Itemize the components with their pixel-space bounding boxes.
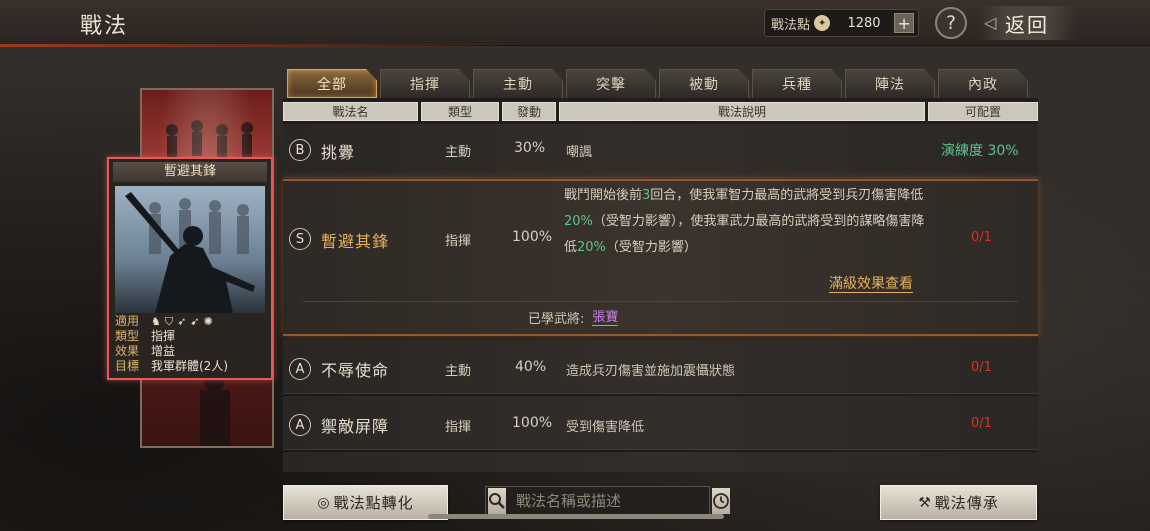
column-header-name[interactable]: 戰法名 bbox=[283, 102, 418, 121]
unit-type-icons: ♞ ⛉ ➶ ➹ ✺ bbox=[151, 314, 213, 329]
hammer-icon: ⚒ bbox=[918, 494, 932, 511]
tactic-proficiency: 演練度 30% bbox=[941, 143, 1019, 159]
grade-badge: A bbox=[289, 358, 311, 380]
learned-label: 已學武將: bbox=[528, 312, 585, 327]
convert-label: 戰法點轉化 bbox=[333, 494, 414, 512]
tactic-description: 嘲諷 bbox=[566, 145, 593, 160]
tactic-row-expanded[interactable]: S 暫避其鋒 指揮 100% 戰鬥開始後前3回合，使我軍智力最高的武將受到兵刃傷… bbox=[283, 179, 1038, 336]
column-header-available[interactable]: 可配置 bbox=[928, 102, 1038, 121]
bow-icon: ➶ bbox=[177, 315, 187, 328]
learned-generals: 已學武將: 張寶 bbox=[303, 301, 1018, 333]
back-button[interactable]: 返回 bbox=[978, 6, 1076, 40]
card-target-row: 目標 我軍群體(2人) bbox=[115, 359, 267, 374]
add-points-button[interactable]: + bbox=[894, 13, 915, 33]
tactics-table: 戰法名 類型 發動 戰法說明 可配置 B 挑釁 主動 30% 嘲諷 演練度 30… bbox=[283, 98, 1038, 472]
tab-internal-affairs[interactable]: 內政 bbox=[938, 69, 1028, 98]
home-indicator bbox=[428, 514, 724, 519]
search-button[interactable] bbox=[488, 488, 506, 514]
tab-active[interactable]: 主動 bbox=[473, 69, 563, 98]
tactic-points-value: 1280 bbox=[847, 15, 881, 31]
tactic-rate: 100% bbox=[512, 229, 553, 245]
grade-badge: A bbox=[289, 414, 311, 436]
tab-passive[interactable]: 被動 bbox=[659, 69, 749, 98]
card-type-row: 類型 指揮 bbox=[115, 329, 267, 344]
cavalry-icon: ♞ bbox=[151, 315, 161, 328]
tactic-slot-count: 0/1 bbox=[971, 360, 992, 375]
tactic-slot-count: 0/1 bbox=[971, 230, 992, 245]
tactic-name: 禦敵屏障 bbox=[321, 417, 390, 436]
card-art bbox=[115, 186, 265, 313]
warrior-illustration bbox=[115, 186, 265, 313]
top-bar: 戰法 戰法點 ✦ 1280 + ? 返回 bbox=[0, 0, 1150, 47]
shield-icon: ⛉ bbox=[164, 315, 174, 328]
target-value: 我軍群體(2人) bbox=[151, 359, 228, 373]
tactic-description: 造成兵刃傷害並施加震懾狀態 bbox=[566, 364, 736, 379]
tactic-type: 指揮 bbox=[445, 420, 472, 435]
desc-text: 戰鬥開始後前 bbox=[564, 188, 643, 203]
card-units-row: 適用 ♞ ⛉ ➶ ➹ ✺ bbox=[115, 314, 267, 329]
tactic-slot-count: 0/1 bbox=[971, 416, 992, 431]
desc-text: 回合，使我軍智力最高的武將受到兵刃傷害降低 bbox=[650, 188, 924, 203]
tab-command[interactable]: 指揮 bbox=[380, 69, 470, 98]
card-info: 適用 ♞ ⛉ ➶ ➹ ✺ 類型 指揮 效果 增益 目標 我軍群體(2人) bbox=[115, 314, 267, 374]
tactic-type: 指揮 bbox=[445, 234, 472, 249]
spear-icon: ➹ bbox=[190, 315, 200, 328]
table-header: 戰法名 類型 發動 戰法說明 可配置 bbox=[283, 102, 1038, 121]
compass-icon: ✦ bbox=[814, 15, 831, 31]
max-effect-link[interactable]: 滿級效果查看 bbox=[829, 276, 913, 293]
tactic-rate: 40% bbox=[515, 359, 547, 375]
tactic-rate: 100% bbox=[512, 415, 553, 431]
type-label: 類型 bbox=[115, 329, 140, 343]
desc-text: （受智力影響） bbox=[605, 240, 697, 255]
category-tabs: 全部 指揮 主動 突擊 被動 兵種 陣法 內政 bbox=[287, 69, 1031, 98]
tab-troop-type[interactable]: 兵種 bbox=[752, 69, 842, 98]
help-button[interactable]: ? bbox=[935, 7, 967, 39]
units-label: 適用 bbox=[115, 314, 140, 328]
desc-value: 20% bbox=[564, 214, 593, 229]
convert-icon: ◎ bbox=[317, 494, 331, 511]
column-header-rate[interactable]: 發動 bbox=[502, 102, 556, 121]
search-icon bbox=[489, 493, 505, 509]
clock-icon bbox=[713, 493, 729, 509]
tactic-type: 主動 bbox=[445, 145, 472, 160]
tab-all[interactable]: 全部 bbox=[287, 69, 377, 98]
inherit-label: 戰法傳承 bbox=[934, 494, 999, 512]
card-effect-row: 效果 增益 bbox=[115, 344, 267, 359]
convert-points-button[interactable]: ◎ 戰法點轉化 bbox=[283, 485, 448, 520]
tactic-name: 挑釁 bbox=[321, 143, 356, 162]
learned-general-link[interactable]: 張寶 bbox=[592, 310, 619, 326]
tab-assault[interactable]: 突擊 bbox=[566, 69, 656, 98]
page-title: 戰法 bbox=[80, 14, 129, 39]
column-header-description: 戰法說明 bbox=[559, 102, 925, 121]
target-label: 目標 bbox=[115, 359, 140, 373]
card-title: 暫避其鋒 bbox=[113, 162, 267, 182]
tab-formation[interactable]: 陣法 bbox=[845, 69, 935, 98]
tactic-row[interactable] bbox=[283, 452, 1038, 472]
effect-label: 效果 bbox=[115, 344, 140, 358]
tactic-points-label: 戰法點 bbox=[771, 17, 811, 33]
selected-tactic-card: 暫避其鋒 適用 ♞ ⛉ ➶ ➹ ✺ 類型 指揮 效果 增益 目標 我軍群體(2人… bbox=[107, 157, 273, 380]
tactic-description-full: 戰鬥開始後前3回合，使我軍智力最高的武將受到兵刃傷害降低20%（受智力影響），使… bbox=[564, 183, 934, 261]
tactic-points-display: 戰法點 ✦ 1280 + bbox=[764, 9, 919, 37]
inherit-tactic-button[interactable]: ⚒ 戰法傳承 bbox=[880, 485, 1037, 520]
grade-badge: S bbox=[289, 228, 311, 250]
tactic-row[interactable]: B 挑釁 主動 30% 嘲諷 演練度 30% bbox=[283, 124, 1038, 178]
history-button[interactable] bbox=[712, 488, 730, 514]
search-input[interactable] bbox=[508, 487, 710, 515]
tactic-name: 不辱使命 bbox=[321, 361, 390, 380]
tactic-rate: 30% bbox=[514, 140, 546, 156]
tactic-name: 暫避其鋒 bbox=[321, 232, 390, 251]
tactic-type: 主動 bbox=[445, 364, 472, 379]
search-bar bbox=[485, 486, 730, 516]
effect-value: 增益 bbox=[151, 344, 176, 358]
tactic-row[interactable]: A 不辱使命 主動 40% 造成兵刃傷害並施加震懾狀態 0/1 bbox=[283, 340, 1038, 394]
tactic-description: 受到傷害降低 bbox=[566, 420, 645, 435]
column-header-type[interactable]: 類型 bbox=[421, 102, 499, 121]
tactic-row[interactable]: A 禦敵屏障 指揮 100% 受到傷害降低 0/1 bbox=[283, 396, 1038, 450]
desc-value: 20% bbox=[577, 240, 606, 255]
type-value: 指揮 bbox=[151, 329, 176, 343]
grade-badge: B bbox=[289, 139, 311, 161]
wheel-icon: ✺ bbox=[203, 315, 213, 328]
